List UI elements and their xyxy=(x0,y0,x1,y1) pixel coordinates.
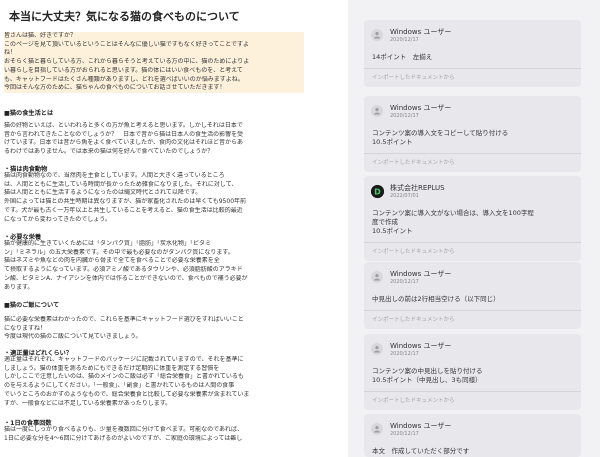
text-line: 1日に必要な分を4〜6回に分けてあげるのがよいのですが、ご家庭の環境によっては難… xyxy=(4,434,243,442)
comment-date: 2020/12/17 xyxy=(390,431,419,437)
comment-line: 本文 作成していただく部分です xyxy=(372,447,470,455)
text-line: このページを見て頂いているということはそんなに優しい猫ですもなく好きってことです… xyxy=(4,40,304,50)
text-line: 外国によっては猫との共生時期は異なりますが、猫が家畜化されたのは早くても9500… xyxy=(4,198,247,206)
section-paragraph: 猫が健康的に生きていくためには「タンパク質」「脂肪」「炭水化物」「ビタミ ン」「… xyxy=(4,240,248,292)
comment-date: 2020/12/17 xyxy=(390,37,419,43)
text-line: です。犬が最も古く一万年以上と共生していることを考えると、猫の食生活は比較的最近 xyxy=(4,206,243,214)
svg-text:D: D xyxy=(374,188,381,197)
section-heading: ■猫の食生活とは xyxy=(4,110,54,117)
comment-author: Windows ユーザー xyxy=(390,104,452,112)
text-line: 猫は人間とともに生活するようになったのは縄文時代とされて以降です。 xyxy=(4,189,202,197)
comments-sidebar: Windows ユーザー 2020/12/17 14ポイント 左揃え インポート… xyxy=(348,0,600,457)
comment-date: 2020/12/17 xyxy=(390,351,419,357)
comment-line: 10.5ポイント xyxy=(372,138,413,146)
text-line: でいうところのおかずのようなもので、総合栄養食と比較して必要な栄養素が含まれてい… xyxy=(4,390,250,398)
comment-card[interactable]: Windows ユーザー 2020/12/17 コンテンツ案の導入文をコピーして… xyxy=(364,96,581,172)
text-line: になってから変わってきたのでしょう。 xyxy=(4,215,111,223)
comment-card[interactable]: Windows ユーザー 2020/12/17 中見出しの前は2行相当空ける（以… xyxy=(364,262,581,329)
page-title: 本当に大丈夫？気になる猫の食べものについて xyxy=(9,10,240,23)
section-paragraph: 猫は一度にしっかり食べるよりも、少量を複数回に分けて食べます。可能なのであれば、… xyxy=(4,426,243,443)
text-line: しかしここで注意したいのは、猫のメインのご飯は必ず「総合栄養食」と書かれているも xyxy=(4,373,244,381)
text-line: ン」「ミネラル」の五大栄養素です。その中で最も必要なのがタンパク質になります。 xyxy=(4,248,234,256)
text-line: 猫は一度にしっかり食べるよりも、少量を複数回に分けて食べます。可能なのであれば、 xyxy=(4,426,244,433)
section-paragraph: 適正量はそれぞれ、キャットフードのパッケージに記載されていますので、それを基準に… xyxy=(4,356,249,408)
user-icon xyxy=(371,423,383,435)
comment-text: コンテンツ案の導入文をコピーして貼り付ける 10.5ポイント xyxy=(364,126,581,147)
text-line: い暮らしを目指している方がおられると思います。猫の体にはいい食べものを、と考えて xyxy=(4,66,304,76)
text-line: も、キャットフードはたくさん種類がありますし、どれを選べばいいのか悩みますよね。 xyxy=(4,75,304,85)
text-line: 猫が健康的に生きていくためには「タンパク質」「脂肪」「炭水化物」「ビタミ xyxy=(4,240,212,247)
comment-date: 2022/07/01 xyxy=(390,193,419,199)
user-icon xyxy=(371,271,383,283)
comment-line: コンテンツ案の中見出しを貼り付ける xyxy=(372,367,483,375)
text-line: 猫はネズミや魚などの肉を内臓から骨まで全てを食べることで必要な栄養素を全 xyxy=(4,257,220,265)
text-line: しましょう。猫の体重を測るためにもできるだけ定期的に体重を測定する習慣を xyxy=(4,364,220,372)
section-paragraph: 猫の好物といえば、といわれると多くの方が魚と考えると思います。しかしそれは日本で… xyxy=(4,122,243,157)
comment-text: 中見出しの前は2行相当空ける（以下同じ） xyxy=(364,292,581,304)
comment-author: Windows ユーザー xyxy=(390,342,452,350)
comment-line: コンテンツ案に導入文がない場合は、導入文を100字程 xyxy=(372,209,534,217)
comment-card[interactable]: Windows ユーザー 2020/12/17 コンテンツ案の中見出しを貼り付け… xyxy=(364,334,581,410)
comment-author: Windows ユーザー xyxy=(390,28,452,36)
text-line: て摂取するようになっています。必須アミノ酸であるタウリンや、必須脂肪酸のアラキド xyxy=(4,266,243,274)
comment-line: 度で作成 xyxy=(372,218,398,226)
text-line: のを与えるようにしてください。「一般食」、「副食」と書かれているものは人間の食事 xyxy=(4,382,235,390)
text-line: るわけではありません。では本来の猫は何を好んで食べていたのでしょうか？ xyxy=(4,148,214,156)
comment-card[interactable]: D 株式会社REPLUS 2022/07/01 コンテンツ案に導入文がない場合は… xyxy=(364,176,581,261)
comment-author: Windows ユーザー xyxy=(390,422,452,430)
comment-author: 株式会社REPLUS xyxy=(390,184,445,192)
comment-line: コンテンツ案の導入文をコピーして貼り付ける xyxy=(372,129,509,137)
text-line: あります。 xyxy=(4,283,34,291)
comment-line: 10.5ポイント xyxy=(372,227,413,235)
document-page: 本当に大丈夫？気になる猫の食べものについて 皆さんは猫、好きですか？ このページ… xyxy=(0,0,340,457)
text-line: は、人間とともに生活している時間が長かったため雑食になりました。それに対して、 xyxy=(4,180,238,188)
text-line: 適正量はそれぞれ、キャットフードのパッケージに記載されていますので、それを基準に xyxy=(4,356,244,363)
replus-logo-icon: D xyxy=(371,185,384,198)
text-line: ン酸、ビタミンA、ナイアシンを体内では作ることができないので、食べもので補う必要… xyxy=(4,274,248,282)
comment-date: 2020/12/17 xyxy=(390,279,419,285)
import-link[interactable]: インポートしたドキュメントから xyxy=(364,154,581,172)
text-line: 今度は現代の猫のご飯について見ていきましょう。 xyxy=(4,333,142,341)
text-line: 猫の好物といえば、といわれると多くの方が魚と考えると思います。しかしそれは日本で xyxy=(4,122,243,129)
comment-date: 2020/12/17 xyxy=(390,113,419,119)
comment-line: 中見出しの前は2行相当空ける（以下同じ） xyxy=(372,295,500,303)
user-icon xyxy=(371,29,383,41)
section-paragraph: 猫に必要な栄養素はわかったので、これらを基準にキャットフード選びをすればいいこと… xyxy=(4,316,244,342)
user-icon xyxy=(371,343,383,355)
comment-author: Windows ユーザー xyxy=(390,270,452,278)
text-line: おそらく猫と暮らしている方、これから暮らそうと考えている方の中に、猫のためにより… xyxy=(4,58,304,67)
import-link[interactable]: インポートしたドキュメントから xyxy=(364,311,581,329)
user-icon xyxy=(371,105,383,117)
comment-text: コンテンツ案に導入文がない場合は、導入文を100字程 度で作成 10.5ポイント xyxy=(364,206,581,236)
comment-line: 10.5ポイント（中見出し、3も同様） xyxy=(372,376,482,384)
section-paragraph: 猫は肉食動物なので、当然肉を主食としています。人間と大きく違っているところ は、… xyxy=(4,172,246,224)
text-line: 昔から言われてきたことなのでしょうか？ 日本で昔から猫は日本人の食生活の影響を受 xyxy=(4,130,244,138)
text-line: 皆さんは猫、好きですか？ xyxy=(4,32,304,41)
comment-card[interactable]: Windows ユーザー 2020/12/17 14ポイント 左揃え インポート… xyxy=(364,20,581,87)
text-line: 猫は肉食動物なので、当然肉を主食としています。人間と大きく違っているところ xyxy=(4,172,225,179)
import-link[interactable]: インポートしたドキュメントから xyxy=(364,392,581,410)
text-line: になりますね！ xyxy=(4,324,47,332)
text-line: すが、一般食などには不足している栄養素があったりします。 xyxy=(4,399,172,407)
section-heading: ■猫のご飯について xyxy=(4,302,60,309)
import-link[interactable]: インポートしたドキュメントから xyxy=(364,243,581,261)
comment-line: 14ポイント 左揃え xyxy=(372,53,433,61)
text-line: 今回はそんな方のために、猫ちゃんの食べものについてお話させていただきます！ xyxy=(4,84,304,93)
comment-card[interactable]: Windows ユーザー 2020/12/17 本文 作成していただく部分です xyxy=(364,414,581,457)
intro-paragraph: 皆さんは猫、好きですか？ このページを見て頂いているということはそんなに優しい猫… xyxy=(4,32,304,93)
comment-text: 本文 作成していただく部分です xyxy=(364,444,581,456)
comment-text: コンテンツ案の中見出しを貼り付ける 10.5ポイント（中見出し、3も同様） xyxy=(364,364,581,385)
text-line: けています。日本では昔から魚をよく食べていましたが、食肉の文化はそれほど昔からあ xyxy=(4,139,244,147)
text-line: 猫に必要な栄養素はわかったので、これらを基準にキャットフード選びをすればいいこと xyxy=(4,316,244,323)
text-line: ね！ xyxy=(4,49,304,59)
import-link[interactable]: インポートしたドキュメントから xyxy=(364,69,581,87)
comment-text: 14ポイント 左揃え xyxy=(364,50,581,62)
